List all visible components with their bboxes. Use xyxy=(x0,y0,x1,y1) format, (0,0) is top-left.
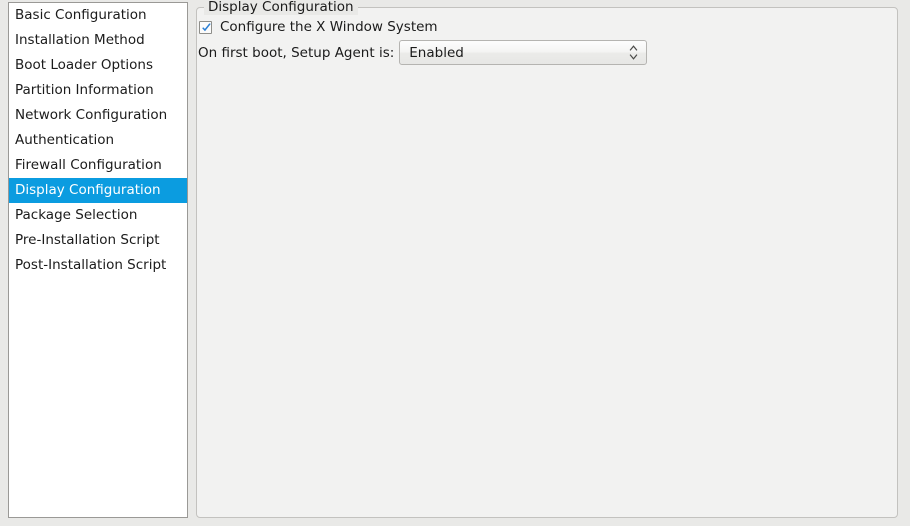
sidebar-item-package-selection[interactable]: Package Selection xyxy=(9,203,187,228)
display-configuration-groupbox xyxy=(196,7,898,518)
sidebar-item-basic-configuration[interactable]: Basic Configuration xyxy=(9,3,187,28)
sidebar-item-display-configuration[interactable]: Display Configuration xyxy=(9,178,187,203)
configure-x-window-system-row[interactable]: Configure the X Window System xyxy=(199,19,438,35)
sidebar-item-installation-method[interactable]: Installation Method xyxy=(9,28,187,53)
setup-agent-row: On first boot, Setup Agent is: Enabled xyxy=(198,40,648,65)
sidebar-item-boot-loader-options[interactable]: Boot Loader Options xyxy=(9,53,187,78)
sidebar-item-authentication[interactable]: Authentication xyxy=(9,128,187,153)
sidebar-item-post-installation-script[interactable]: Post-Installation Script xyxy=(9,253,187,278)
configuration-sections-panel: Basic Configuration Installation Method Bo… xyxy=(8,2,188,518)
sidebar-item-partition-information[interactable]: Partition Information xyxy=(9,78,187,103)
chevron-up-down-icon xyxy=(628,44,639,62)
setup-agent-label: On first boot, Setup Agent is: xyxy=(198,44,395,61)
setup-agent-dropdown[interactable]: Enabled xyxy=(399,40,648,65)
configure-x-window-system-label: Configure the X Window System xyxy=(220,19,438,35)
sidebar-item-firewall-configuration[interactable]: Firewall Configuration xyxy=(9,153,187,178)
groupbox-title: Display Configuration xyxy=(204,0,358,15)
configuration-sections-list[interactable]: Basic Configuration Installation Method Bo… xyxy=(9,3,187,278)
sidebar-item-network-configuration[interactable]: Network Configuration xyxy=(9,103,187,128)
setup-agent-selected-value: Enabled xyxy=(409,44,464,61)
configure-x-window-system-checkbox[interactable] xyxy=(199,20,212,34)
checkmark-icon xyxy=(202,22,211,31)
sidebar-item-pre-installation-script[interactable]: Pre-Installation Script xyxy=(9,228,187,253)
